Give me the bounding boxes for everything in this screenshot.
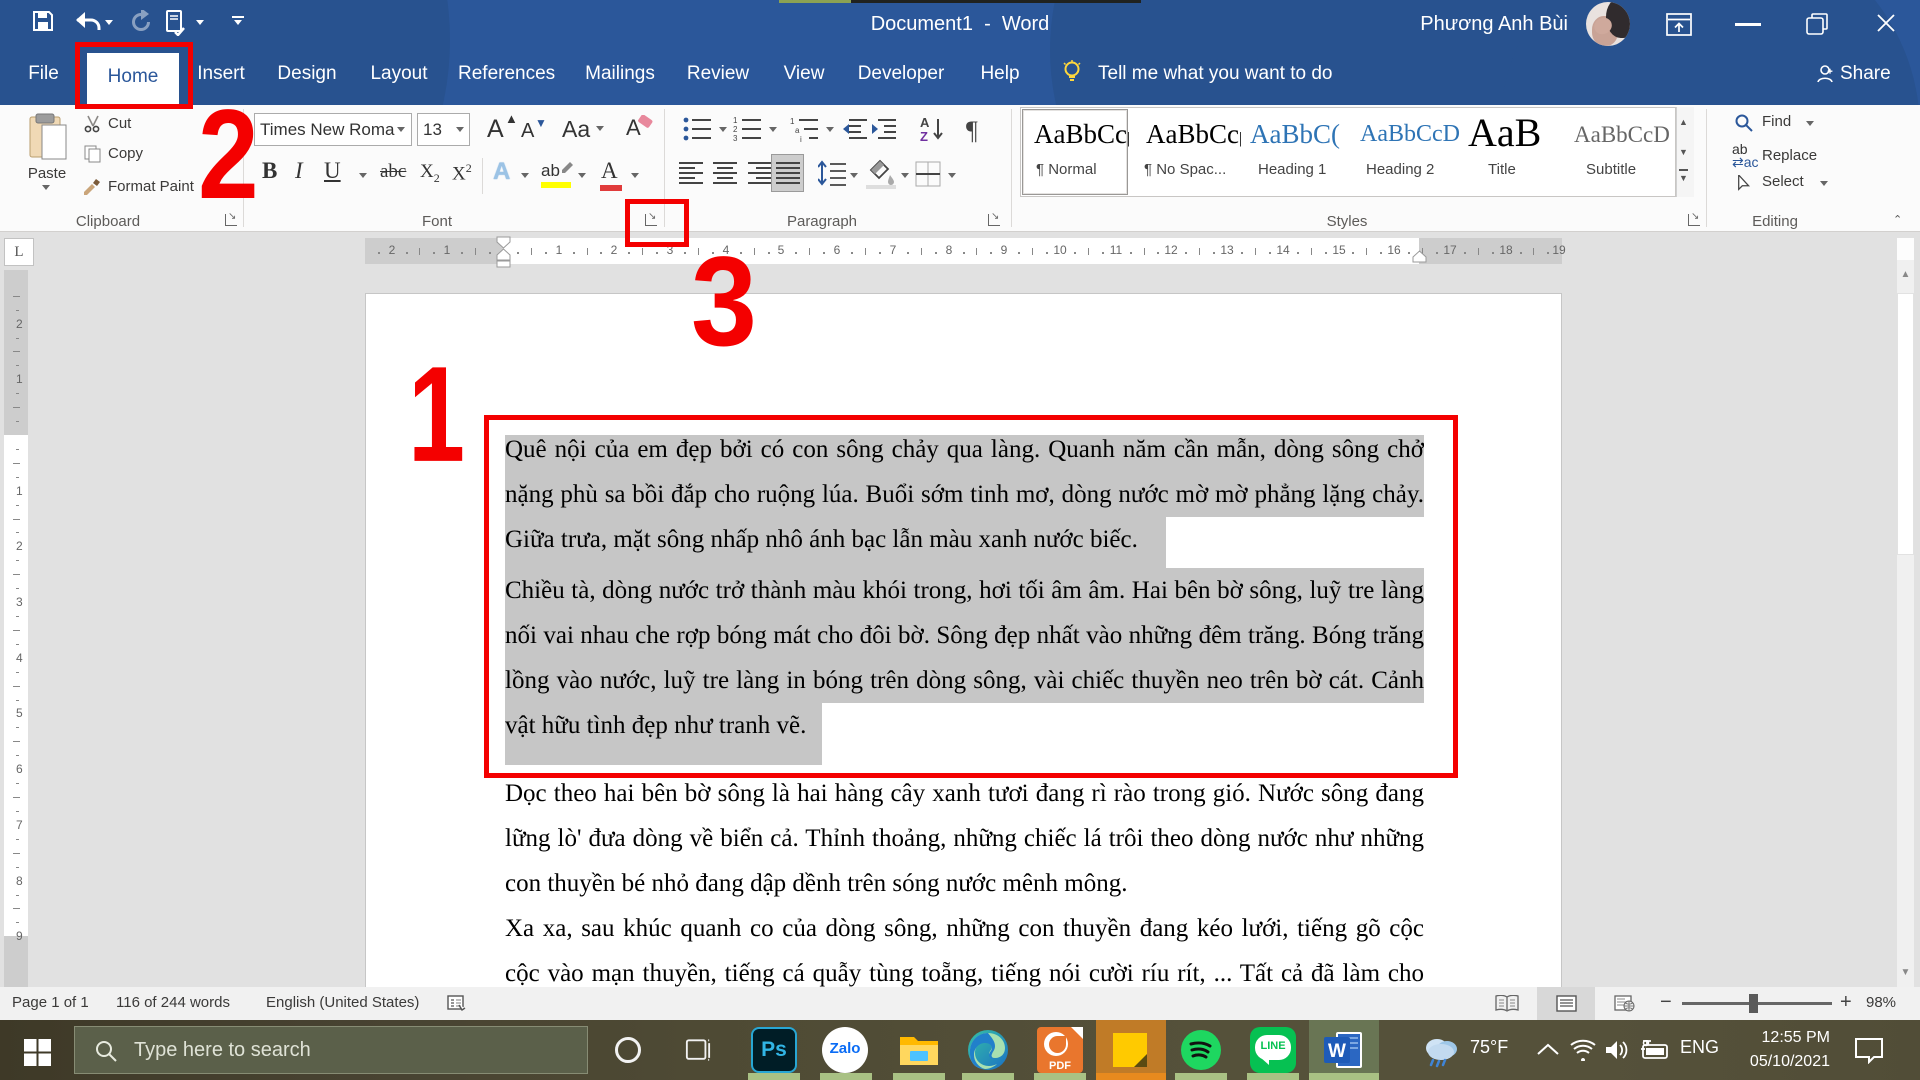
- svg-text:a: a: [795, 126, 800, 135]
- svg-text:Z: Z: [920, 129, 928, 143]
- svg-text:3: 3: [733, 134, 738, 142]
- svg-text:W: W: [1328, 1041, 1346, 1062]
- svg-text:i: i: [800, 135, 802, 142]
- svg-text:A: A: [626, 115, 641, 140]
- svg-text:1: 1: [790, 117, 795, 126]
- svg-text:2: 2: [733, 125, 738, 134]
- svg-text:1: 1: [733, 116, 738, 125]
- svg-text:A: A: [920, 115, 930, 130]
